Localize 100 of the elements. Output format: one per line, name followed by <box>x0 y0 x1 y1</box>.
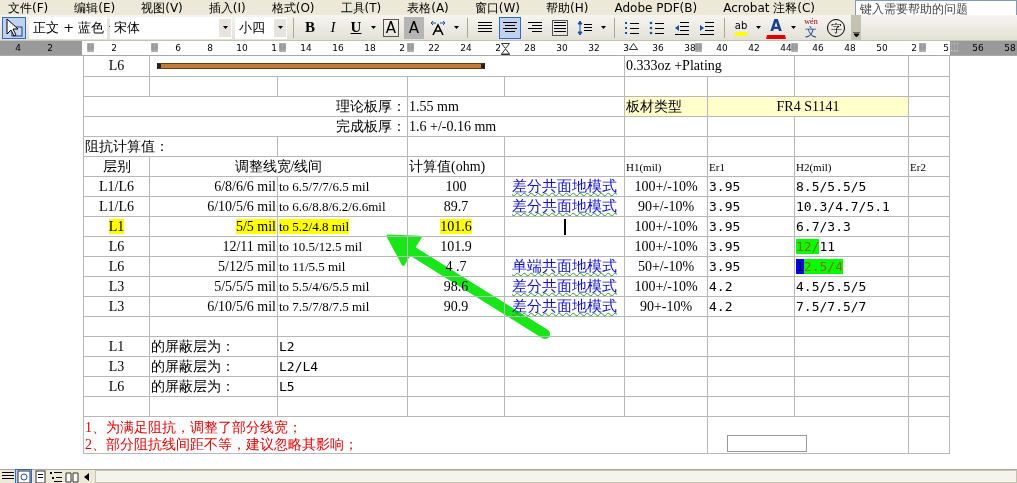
underline-button[interactable]: U <box>346 16 366 39</box>
menu-item[interactable]: 文件(F) <box>8 1 49 15</box>
table-cell-text: L3 <box>108 358 125 374</box>
menu-item[interactable]: 窗口(W) <box>474 1 521 15</box>
ruler-number: 2 <box>47 43 53 53</box>
table-cell-text: 5/5 mil <box>235 218 276 234</box>
table-cell-text: L6 <box>108 238 125 254</box>
page-view-icon[interactable] <box>32 469 47 483</box>
character-shading-button[interactable]: A <box>404 16 424 39</box>
indent-marker-icon[interactable] <box>501 43 510 55</box>
ruler-number: 14 <box>300 43 312 53</box>
column-marker-icon[interactable] <box>951 43 958 52</box>
highlight-button[interactable]: ab <box>731 16 751 39</box>
table-cell-text: 3.95 <box>709 218 741 234</box>
column-marker-icon[interactable] <box>279 43 286 52</box>
tab-stop-icon[interactable] <box>629 43 638 50</box>
table-cell-text: 差分共面地模式 <box>512 298 617 314</box>
ruler-number: 50 <box>876 43 888 53</box>
table-cell-text: to 7.5/7/8/7.5 mil <box>279 298 370 314</box>
ruler-number: 38 <box>684 43 696 53</box>
note-text: 2、部分阻抗线间距不等，建议忽略其影响； <box>85 436 358 453</box>
table-cell-text: 100+/-10% <box>634 238 698 254</box>
help-search-field[interactable]: 键入需要帮助的问题 <box>855 0 1017 15</box>
menu-item[interactable]: Acrobat 注释(C) <box>723 1 815 15</box>
table-cell-text: to 11/5.5 mil <box>279 258 346 274</box>
menu-item[interactable]: 帮助(H) <box>546 1 589 15</box>
menu-item[interactable]: 格式(O) <box>271 1 315 15</box>
increase-indent-icon <box>699 19 715 36</box>
column-marker-icon[interactable] <box>695 43 702 52</box>
book-icon[interactable] <box>64 469 79 483</box>
ruler-number: 40 <box>716 43 728 53</box>
menu-item[interactable]: Adobe PDF(B) <box>614 1 698 15</box>
ruler-number: 42 <box>748 43 760 53</box>
font-size-dropdown[interactable]: 小四 <box>235 16 287 39</box>
phonetic-guide-button[interactable]: wén 文 <box>801 16 821 39</box>
style-dropdown[interactable]: 正文 + 蓝色 <box>29 16 107 39</box>
table-cell-text: 差分共面地模式 <box>512 198 617 214</box>
ruler-number: 10 <box>236 43 248 53</box>
column-marker-icon[interactable] <box>407 43 414 52</box>
menu-item[interactable]: 工具(T) <box>340 1 382 15</box>
chevron-icon <box>852 31 860 38</box>
table-cell-text: 3.95 <box>709 238 741 254</box>
column-marker-icon[interactable] <box>919 43 926 52</box>
table-cell-text: 101.6 <box>440 218 472 234</box>
table-cell-text: 4.2 <box>709 298 733 314</box>
ruler-number: 2 <box>911 43 917 53</box>
character-border-button[interactable]: A <box>381 16 401 39</box>
numbered-list-icon <box>624 19 640 36</box>
table-cell-text: 3.95 <box>709 198 741 214</box>
table-cell-text: 7.5/7.5/7 <box>796 298 867 314</box>
horizontal-scrollbar[interactable] <box>95 470 1017 483</box>
column-marker-icon[interactable] <box>791 43 798 52</box>
note-text: 1、为满足阻抗，调整了部分线宽； <box>85 419 302 436</box>
table-cell-text: L6 <box>108 58 125 73</box>
distributed-align-icon <box>552 19 568 36</box>
table-cell-text: 90+-10% <box>639 298 693 314</box>
table-cell-text: 12/11 mil <box>222 238 276 254</box>
table-cell-text: Er2 <box>910 160 926 173</box>
table-cell-text: L1 <box>108 218 125 234</box>
ruler-number: 24 <box>460 43 472 53</box>
ruler-number: 5 <box>943 43 949 53</box>
scroll-left-icon[interactable] <box>83 471 91 482</box>
ruler-number: 28 <box>524 43 536 53</box>
table-cell-text: 100 <box>445 178 467 194</box>
decrease-indent-icon <box>674 19 690 36</box>
ruler-number: 36 <box>652 43 664 53</box>
web-view-icon[interactable] <box>16 469 31 483</box>
ruler-number: 2 <box>111 43 117 53</box>
menu-item[interactable]: 视图(V) <box>141 1 183 15</box>
bold-button[interactable]: B <box>300 16 320 39</box>
center-button[interactable] <box>499 16 521 39</box>
table-cell-text: 1.6 +/-0.16 mm <box>409 118 497 134</box>
ruler-number: 1 <box>271 43 277 53</box>
ruler-number: 6 <box>175 43 181 53</box>
italic-button[interactable]: I <box>323 16 343 39</box>
ruler-number: 3 <box>623 43 629 53</box>
font-dropdown[interactable]: 宋体 <box>110 16 232 39</box>
outline-view-icon[interactable] <box>48 469 63 483</box>
menu-item[interactable]: 表格(A) <box>407 1 449 15</box>
table-cell-text: 8.5/5.5/5 <box>796 178 867 194</box>
styles-pane-button[interactable] <box>2 16 26 39</box>
table-cell-text: to 6.6/8.8/6.2/6.6mil <box>279 198 386 214</box>
menu-item[interactable]: 插入(I) <box>208 1 246 15</box>
table-cell-text: 6/10/5/6 mil <box>207 198 276 214</box>
ruler-number: 16 <box>332 43 344 53</box>
table-cell-text: 90+/-10% <box>637 198 695 214</box>
ruler-number: 32 <box>588 43 600 53</box>
toolbar-options-button[interactable] <box>851 14 861 41</box>
menu-item[interactable]: 编辑(E) <box>74 1 116 15</box>
table-cell-text: 101.9 <box>440 238 472 254</box>
ruler-number: 30 <box>556 43 568 53</box>
ruler-number: 2 <box>495 43 501 53</box>
caret-icon <box>791 26 796 29</box>
ruler-number: 22 <box>428 43 440 53</box>
table-cell-text: 6.7/3.3 <box>796 218 851 234</box>
ruler-number: 48 <box>844 43 856 53</box>
caret-icon <box>454 26 459 29</box>
column-marker-icon[interactable] <box>87 43 94 52</box>
ruler-number: 46 <box>812 43 824 53</box>
column-marker-icon[interactable] <box>151 43 158 52</box>
